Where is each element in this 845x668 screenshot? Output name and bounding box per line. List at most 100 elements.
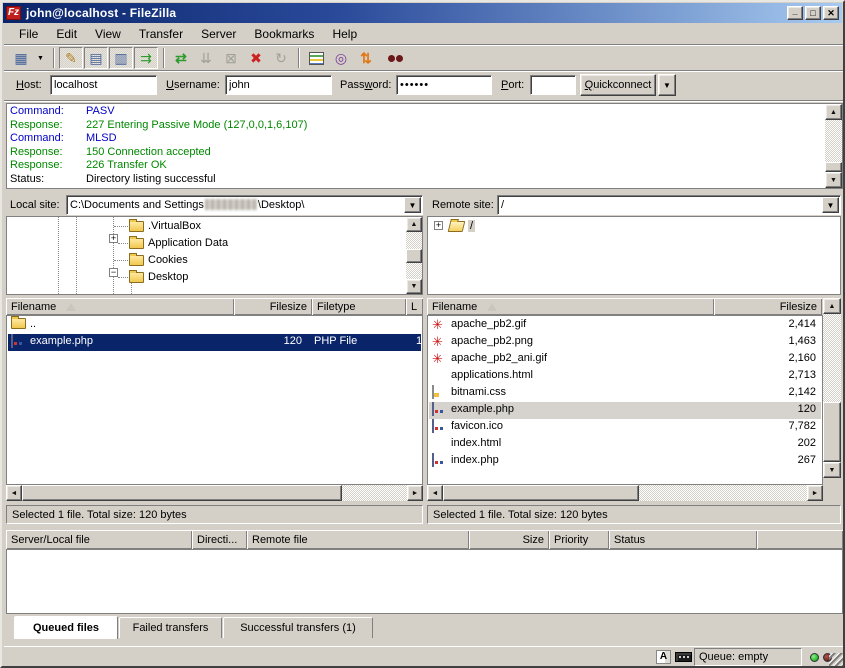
column-header-direction[interactable]: Directi... <box>192 530 247 549</box>
remote-vscroll-up-button[interactable]: ▲ <box>823 298 841 314</box>
local-hscroll-right-button[interactable]: ► <box>407 485 423 501</box>
log-scroll-track[interactable] <box>825 120 842 162</box>
process-queue-button[interactable]: ⇊ <box>194 47 218 69</box>
local-file-list[interactable]: .. example.php 120 PHP File 1 <box>6 315 423 485</box>
tree-item-desktop[interactable]: Desktop <box>129 269 188 285</box>
local-site-label: Local site: <box>10 199 60 211</box>
file-row-parent[interactable]: .. <box>8 317 421 334</box>
local-tree-scroll-thumb[interactable] <box>406 249 422 263</box>
host-input[interactable] <box>50 75 157 95</box>
file-row[interactable]: bitnami.css 2,142 <box>429 385 821 402</box>
remote-site-dropdown-button[interactable]: ▼ <box>822 197 839 213</box>
maximize-button[interactable]: □ <box>805 6 821 20</box>
site-manager-button[interactable]: ▦ <box>9 47 33 69</box>
local-hscroll-track[interactable] <box>342 485 407 501</box>
file-row-example-php[interactable]: example.php 120 PHP File 1 <box>8 334 421 351</box>
tree-item-application-data[interactable]: Application Data <box>129 235 228 251</box>
file-row[interactable]: ✳ apache_pb2.png 1,463 <box>429 334 821 351</box>
filter-button[interactable] <box>304 47 328 69</box>
minimize-button[interactable]: _ <box>787 6 803 20</box>
username-input[interactable] <box>225 75 332 95</box>
column-header-remote-file[interactable]: Remote file <box>247 530 469 549</box>
queue-body[interactable] <box>6 549 843 614</box>
menu-bookmarks[interactable]: Bookmarks <box>245 26 323 42</box>
remote-hscroll-track[interactable] <box>639 485 807 501</box>
remote-site-combo[interactable]: / ▼ <box>497 195 841 215</box>
message-log[interactable]: Command:PASV Response:227 Entering Passi… <box>6 103 843 189</box>
column-header-lastmodified[interactable]: L <box>406 298 423 315</box>
local-hscroll-thumb[interactable] <box>22 485 342 501</box>
remote-file-list[interactable]: ✳ apache_pb2.gif 2,414 ✳ apache_pb2.png … <box>427 315 823 485</box>
menu-help[interactable]: Help <box>323 26 366 42</box>
toggle-local-tree-button[interactable]: ▤ <box>84 47 108 69</box>
remote-vscroll-down-button[interactable]: ▼ <box>823 462 841 478</box>
remote-hscroll-right-button[interactable]: ► <box>807 485 823 501</box>
toggle-queue-button[interactable]: ⇉ <box>134 47 158 69</box>
column-header-filesize[interactable]: Filesize <box>714 298 822 315</box>
remote-hscroll-left-button[interactable]: ◄ <box>427 485 443 501</box>
column-header-server-local-file[interactable]: Server/Local file <box>6 530 192 549</box>
toggle-message-log-button[interactable]: ✎ <box>59 47 83 69</box>
remote-hscroll-thumb[interactable] <box>443 485 639 501</box>
log-scroll-down-button[interactable]: ▼ <box>825 172 842 188</box>
menu-file[interactable]: File <box>10 26 47 42</box>
tree-expander-plus-icon[interactable]: + <box>109 234 118 243</box>
column-header-filesize[interactable]: Filesize <box>234 298 312 315</box>
quickconnect-dropdown-button[interactable]: ▼ <box>658 74 676 96</box>
close-button[interactable]: ✕ <box>823 6 839 20</box>
file-row[interactable]: favicon.ico 7,782 <box>429 419 821 436</box>
tab-queued-files[interactable]: Queued files <box>14 616 118 639</box>
column-header-status[interactable]: Status <box>609 530 757 549</box>
tree-expander-minus-icon[interactable]: − <box>109 268 118 277</box>
local-tree-scroll-track[interactable] <box>406 263 422 279</box>
file-row[interactable]: index.php 267 <box>429 453 821 470</box>
column-header-filename[interactable]: Filename <box>427 298 714 315</box>
title-bar[interactable]: Fz john@localhost - FileZilla _ □ ✕ <box>3 3 842 23</box>
tree-item-cookies[interactable]: Cookies <box>129 252 188 268</box>
quickconnect-button[interactable]: Quickconnect <box>580 74 656 96</box>
column-header-size[interactable]: Size <box>469 530 549 549</box>
toggle-remote-tree-button[interactable]: ▥ <box>109 47 133 69</box>
site-manager-dropdown-icon[interactable]: ▼ <box>34 47 47 69</box>
menu-view[interactable]: View <box>86 26 130 42</box>
menu-transfer[interactable]: Transfer <box>130 26 192 42</box>
port-input[interactable] <box>530 75 576 95</box>
menu-edit[interactable]: Edit <box>47 26 86 42</box>
refresh-button[interactable]: ⇄ <box>169 47 193 69</box>
disconnect-button[interactable]: ✖ <box>244 47 268 69</box>
file-row[interactable]: ✳ apache_pb2_ani.gif 2,160 <box>429 351 821 368</box>
tree-item-root[interactable]: / <box>449 218 475 234</box>
file-row[interactable]: index.html 202 <box>429 436 821 453</box>
local-tree-scroll-down-button[interactable]: ▼ <box>406 279 422 294</box>
column-header-filename[interactable]: Filename <box>6 298 234 315</box>
tree-item-virtualbox[interactable]: .VirtualBox <box>129 218 201 234</box>
file-row[interactable]: ✳ apache_pb2.gif 2,414 <box>429 317 821 334</box>
resize-grip[interactable] <box>829 653 843 667</box>
local-hscroll-left-button[interactable]: ◄ <box>6 485 22 501</box>
local-site-combo[interactable]: C:\Documents and Settings\Desktop\ ▼ <box>66 195 423 215</box>
synchronized-browsing-button[interactable]: ⇅ <box>354 47 378 69</box>
cancel-button[interactable]: ⊠ <box>219 47 243 69</box>
tree-expander-plus-icon[interactable]: + <box>434 221 443 230</box>
menu-server[interactable]: Server <box>192 26 245 42</box>
file-row[interactable]: applications.html 2,713 <box>429 368 821 385</box>
local-site-dropdown-button[interactable]: ▼ <box>404 197 421 213</box>
remote-vscroll-thumb[interactable] <box>823 402 841 462</box>
local-tree[interactable]: .VirtualBox + Application Data Cookies −… <box>6 216 423 295</box>
tab-successful-transfers[interactable]: Successful transfers (1) <box>223 617 373 638</box>
file-row-selected[interactable]: example.php 120 <box>429 402 821 419</box>
local-tree-scroll-track[interactable] <box>406 232 422 249</box>
column-header-priority[interactable]: Priority <box>549 530 609 549</box>
app-icon[interactable]: Fz <box>6 6 21 20</box>
tab-failed-transfers[interactable]: Failed transfers <box>119 617 222 638</box>
remote-tree[interactable]: + / <box>427 216 841 295</box>
password-input[interactable] <box>396 75 492 95</box>
log-scroll-thumb[interactable] <box>825 162 842 172</box>
local-tree-scroll-up-button[interactable]: ▲ <box>406 217 422 232</box>
log-scroll-up-button[interactable]: ▲ <box>825 104 842 120</box>
directory-comparison-button[interactable]: ◎ <box>329 47 353 69</box>
remote-vscroll-track[interactable] <box>823 314 841 402</box>
find-files-button[interactable] <box>379 47 403 69</box>
column-header-filetype[interactable]: Filetype <box>312 298 406 315</box>
reconnect-button[interactable]: ↻ <box>269 47 293 69</box>
